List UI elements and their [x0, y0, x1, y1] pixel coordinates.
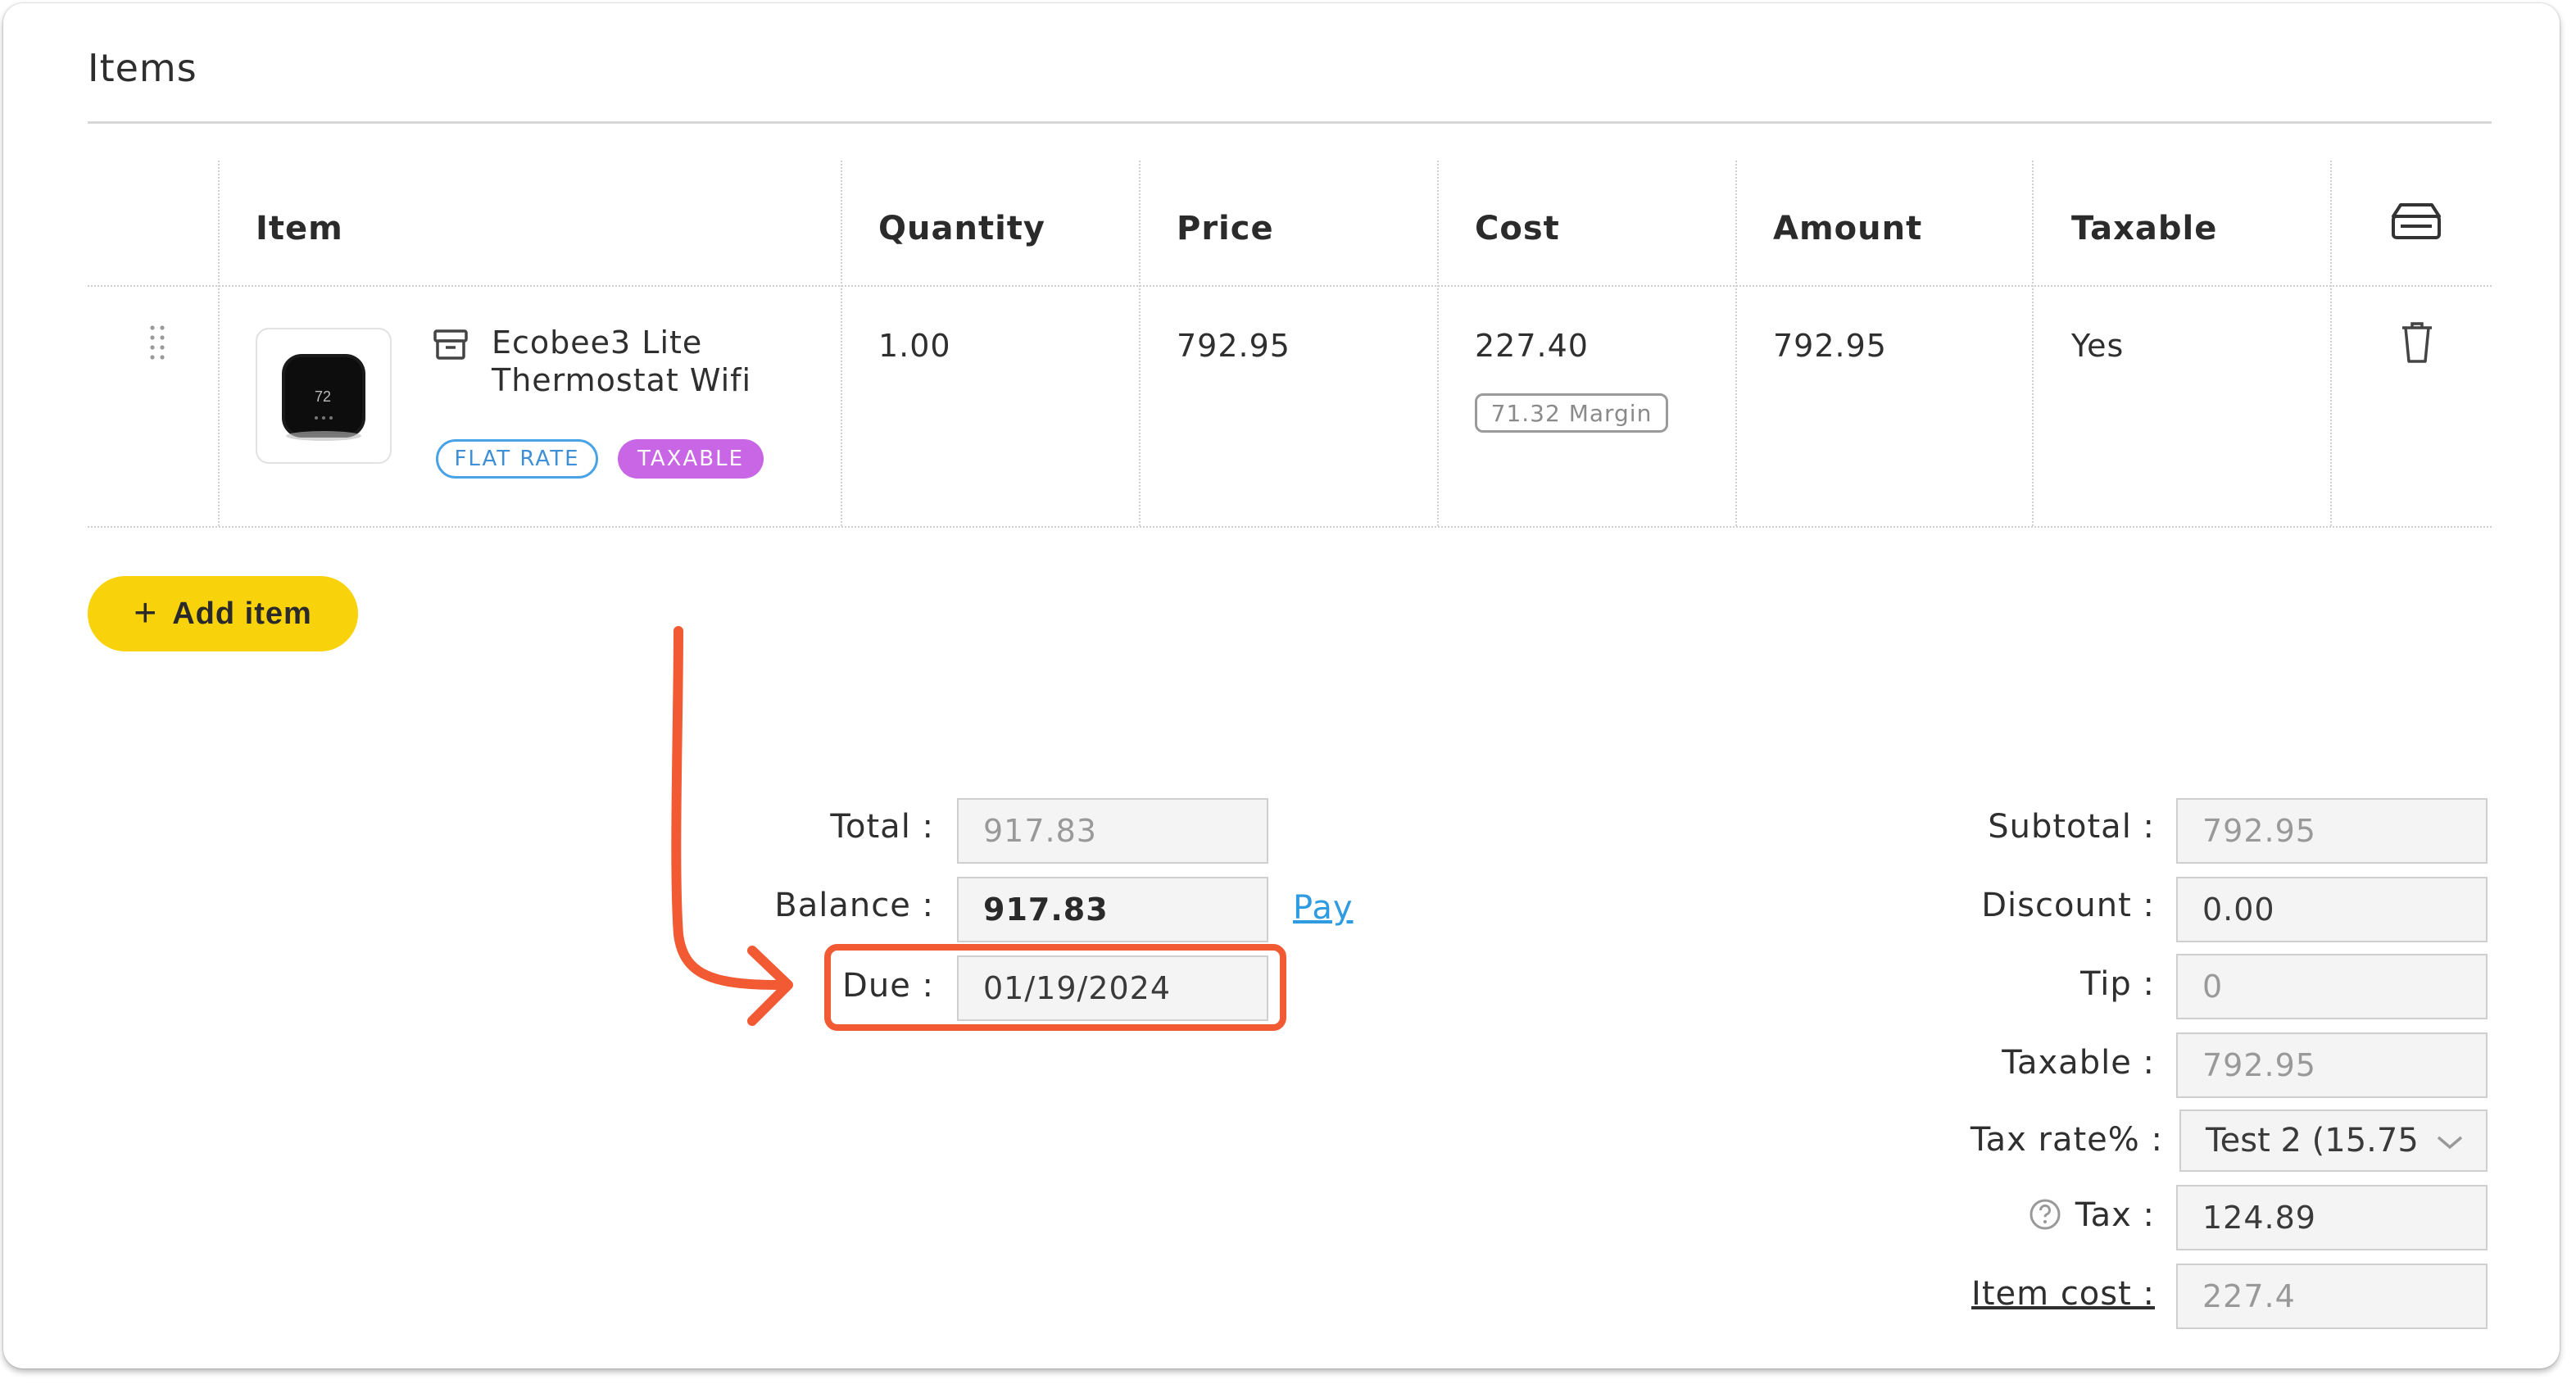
- tray-icon[interactable]: [2391, 202, 2442, 241]
- balance-field: 917.83: [957, 877, 1268, 942]
- total-field: 917.83: [957, 798, 1268, 864]
- title-divider: [88, 121, 2492, 124]
- tax-rate-value: Test 2 (15.75: [2206, 1122, 2419, 1159]
- trash-icon[interactable]: [2401, 321, 2433, 364]
- chevron-down-icon: [2437, 1136, 2463, 1150]
- tax-rate-select[interactable]: Test 2 (15.75: [2179, 1109, 2488, 1172]
- drag-handle-icon[interactable]: [147, 324, 167, 364]
- table-column-divider: [218, 161, 220, 526]
- tag-flat-rate: FLAT RATE: [436, 439, 598, 479]
- item-price[interactable]: 792.95: [1177, 328, 1290, 364]
- table-column-divider: [841, 161, 842, 526]
- item-quantity[interactable]: 1.00: [878, 328, 951, 364]
- due-highlight-box: [824, 944, 1286, 1031]
- table-row-divider: [88, 526, 2492, 528]
- column-header-quantity[interactable]: Quantity: [878, 210, 1045, 247]
- thermostat-screen-text: 72: [315, 388, 331, 405]
- tax-field[interactable]: 124.89: [2176, 1185, 2488, 1250]
- item-thumbnail[interactable]: 72: [256, 328, 392, 464]
- item-cost-label[interactable]: Item cost :: [1884, 1275, 2155, 1313]
- column-header-taxable[interactable]: Taxable: [2071, 210, 2217, 247]
- table-column-divider: [2330, 161, 2332, 526]
- table-column-divider: [1139, 161, 1141, 526]
- table-column-divider: [1735, 161, 1737, 526]
- column-header-amount[interactable]: Amount: [1773, 210, 1922, 247]
- add-item-label: Add item: [172, 596, 312, 631]
- item-cost[interactable]: 227.40: [1475, 328, 1589, 364]
- subtotal-label: Subtotal :: [1988, 808, 2155, 846]
- tax-label: Tax :: [2075, 1196, 2155, 1234]
- item-cost-field: 227.4: [2176, 1264, 2488, 1329]
- thermostat-image: 72: [282, 354, 365, 441]
- items-card: [3, 3, 2560, 1368]
- pay-link[interactable]: Pay: [1293, 889, 1354, 927]
- tip-label: Tip :: [2080, 965, 2155, 1003]
- item-name-line2[interactable]: Thermostat Wifi: [492, 362, 751, 398]
- column-header-price[interactable]: Price: [1177, 210, 1274, 247]
- table-column-divider: [1437, 161, 1439, 526]
- margin-badge: 71.32 Margin: [1475, 393, 1668, 433]
- plus-icon: +: [134, 592, 158, 635]
- inventory-box-icon: [433, 329, 468, 360]
- table-column-divider: [2032, 161, 2034, 526]
- question-circle-icon[interactable]: [2029, 1198, 2061, 1231]
- item-name-line1[interactable]: Ecobee3 Lite: [492, 324, 702, 361]
- taxable-label: Taxable :: [2002, 1044, 2155, 1082]
- table-header-divider: [88, 285, 2492, 287]
- balance-label: Balance :: [774, 887, 934, 924]
- tip-field[interactable]: 0: [2176, 954, 2488, 1019]
- total-label: Total :: [830, 808, 934, 846]
- discount-label: Discount :: [1981, 887, 2155, 924]
- taxable-field: 792.95: [2176, 1032, 2488, 1098]
- item-taxable[interactable]: Yes: [2071, 328, 2124, 364]
- discount-field[interactable]: 0.00: [2176, 877, 2488, 942]
- subtotal-field: 792.95: [2176, 798, 2488, 864]
- section-title: Items: [88, 46, 197, 90]
- add-item-button[interactable]: + Add item: [88, 576, 358, 651]
- tag-taxable: TAXABLE: [618, 439, 764, 479]
- tax-rate-label: Tax rate% :: [1970, 1121, 2163, 1159]
- column-header-item[interactable]: Item: [256, 210, 343, 247]
- item-amount: 792.95: [1773, 328, 1887, 364]
- column-header-cost[interactable]: Cost: [1475, 210, 1560, 247]
